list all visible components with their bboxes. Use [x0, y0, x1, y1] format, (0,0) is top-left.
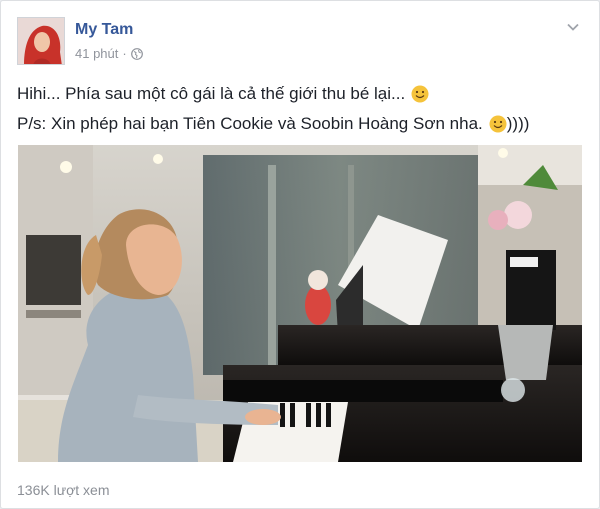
- smiley-emoji-icon: [411, 85, 429, 103]
- post-line-1-text: Hihi... Phía sau một cô gái là cả thế gi…: [17, 84, 406, 103]
- globe-icon[interactable]: [130, 47, 143, 60]
- post-header: My Tam 41 phút ·: [17, 17, 583, 69]
- meta-separator: ·: [122, 46, 127, 61]
- post-card: My Tam 41 phút · Hihi... Phía sau một cô…: [0, 0, 600, 509]
- video-player[interactable]: [18, 145, 582, 462]
- post-line-1: Hihi... Phía sau một cô gái là cả thế gi…: [17, 79, 583, 109]
- post-line-2: P/s: Xin phép hai bạn Tiên Cookie và Soo…: [17, 109, 583, 139]
- post-meta: 41 phút ·: [75, 46, 143, 61]
- avatar[interactable]: [17, 17, 65, 65]
- video-frame: [18, 145, 582, 462]
- view-count: 136K lượt xem: [17, 482, 110, 498]
- avatar-image: [18, 18, 64, 64]
- post-time[interactable]: 41 phút: [75, 46, 118, 61]
- chevron-down-icon[interactable]: [565, 19, 581, 35]
- author-name[interactable]: My Tam: [75, 21, 133, 39]
- smiley-emoji-icon: [489, 115, 507, 133]
- post-line-2-text: P/s: Xin phép hai bạn Tiên Cookie và Soo…: [17, 114, 483, 133]
- post-line-2-suffix: )))): [506, 114, 530, 133]
- post-text: Hihi... Phía sau một cô gái là cả thế gi…: [17, 79, 583, 139]
